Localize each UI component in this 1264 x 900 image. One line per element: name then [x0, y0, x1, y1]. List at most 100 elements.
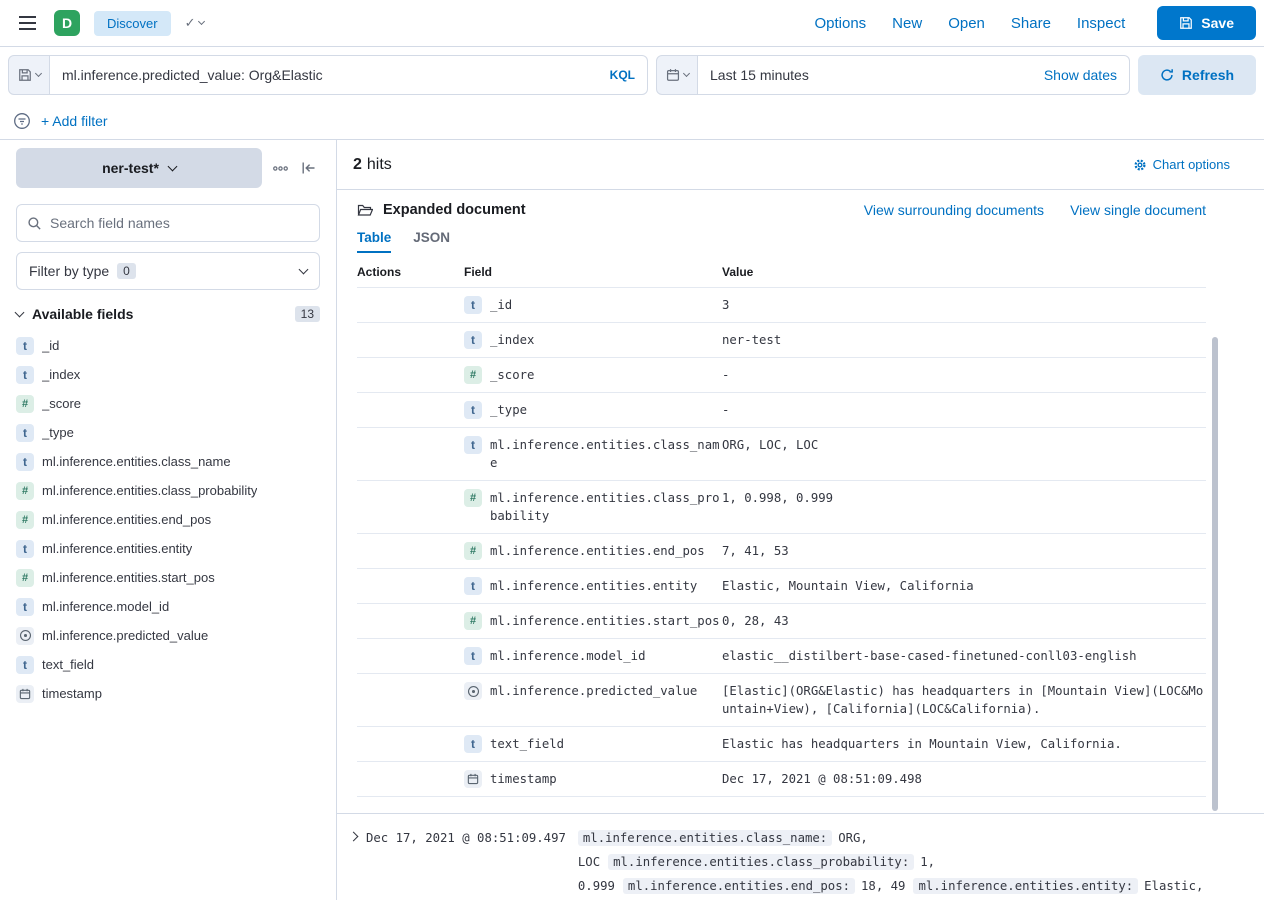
field-name: ml.inference.entities.class_name: [42, 454, 231, 469]
hits-label: hits: [367, 156, 392, 174]
field-search: [16, 204, 320, 242]
fields-sidebar: ner-test* Filter by type 0: [0, 140, 336, 900]
field-name: text_field: [42, 657, 94, 672]
doc-table-row: tml.inference.entities.class_nameORG, LO…: [357, 428, 1206, 481]
field-item[interactable]: #ml.inference.entities.end_pos: [16, 505, 320, 534]
date-picker-menu-button[interactable]: [656, 55, 698, 95]
row-field-value: Elastic has headquarters in Mountain Vie…: [722, 735, 1206, 753]
add-filter-link[interactable]: + Add filter: [41, 113, 108, 129]
field-name: _index: [42, 367, 80, 382]
row-actions-cell: [357, 639, 464, 674]
row-actions-cell: [357, 428, 464, 481]
row-actions-cell: [357, 323, 464, 358]
document-viewer: Expanded document View surrounding docum…: [337, 190, 1264, 814]
field-item[interactable]: t_id: [16, 331, 320, 360]
show-dates-link[interactable]: Show dates: [1044, 67, 1117, 83]
doc-table-row: t_type-: [357, 393, 1206, 428]
string-field-icon: t: [16, 540, 34, 558]
query-input[interactable]: [62, 67, 600, 83]
row-field-name: ml.inference.entities.class_probability: [490, 489, 722, 525]
summary-field-name: ml.inference.entities.class_probability:: [608, 854, 914, 870]
header-nav-link[interactable]: New: [892, 15, 922, 32]
filter-by-type-dropdown[interactable]: Filter by type 0: [16, 252, 320, 290]
collapse-sidebar-button[interactable]: [298, 157, 320, 179]
field-item[interactable]: tml.inference.model_id: [16, 592, 320, 621]
field-item[interactable]: tml.inference.entities.class_name: [16, 447, 320, 476]
field-item[interactable]: ml.inference.predicted_value: [16, 621, 320, 650]
field-item[interactable]: #ml.inference.entities.class_probability: [16, 476, 320, 505]
saved-query-menu-button[interactable]: [8, 55, 50, 95]
chevron-down-icon: [34, 70, 41, 77]
index-pattern-selector[interactable]: ner-test*: [16, 148, 262, 188]
header-nav-link[interactable]: Share: [1011, 15, 1051, 32]
expand-document-icon[interactable]: [349, 832, 359, 842]
row-actions-cell: [357, 358, 464, 393]
space-avatar[interactable]: D: [54, 10, 80, 36]
chevron-down-icon: [299, 265, 309, 275]
time-range-value[interactable]: Last 15 minutes: [710, 67, 809, 83]
refresh-icon: [1160, 68, 1174, 82]
field-name: ml.inference.entities.start_pos: [42, 570, 215, 585]
type-filter-count-badge: 0: [117, 263, 136, 279]
breadcrumb-discover[interactable]: Discover: [94, 11, 171, 36]
header-nav-link[interactable]: Open: [948, 15, 985, 32]
tab-table[interactable]: Table: [357, 230, 391, 253]
summary-field-name: ml.inference.entities.entity:: [913, 878, 1138, 894]
field-item[interactable]: t_type: [16, 418, 320, 447]
field-item[interactable]: #ml.inference.entities.start_pos: [16, 563, 320, 592]
number-field-icon: #: [16, 395, 34, 413]
row-field-name: _index: [490, 331, 534, 349]
saved-state-indicator[interactable]: ✓: [185, 15, 205, 31]
field-item[interactable]: timestamp: [16, 679, 320, 708]
save-button[interactable]: Save: [1157, 6, 1256, 40]
chart-options-button[interactable]: Chart options: [1133, 157, 1230, 172]
row-field-value: ner-test: [722, 331, 1206, 349]
field-item[interactable]: tml.inference.entities.entity: [16, 534, 320, 563]
string-field-icon: t: [16, 366, 34, 384]
row-field-value: [Elastic](ORG&Elastic) has headquarters …: [722, 682, 1206, 718]
field-name: ml.inference.entities.class_probability: [42, 483, 257, 498]
collapse-left-icon: [301, 160, 317, 176]
chevron-down-icon: [682, 70, 689, 77]
field-search-input[interactable]: [50, 215, 309, 231]
document-summary: ml.inference.entities.class_name:ORG, LO…: [578, 826, 1210, 900]
check-icon: ✓: [185, 15, 196, 31]
field-item[interactable]: #_score: [16, 389, 320, 418]
hits-count: 2: [353, 156, 362, 174]
calendar-icon: [666, 68, 680, 82]
menu-button[interactable]: [14, 10, 40, 36]
tab-json[interactable]: JSON: [413, 230, 450, 253]
field-item[interactable]: ttext_field: [16, 650, 320, 679]
available-fields-header[interactable]: Available fields 13: [16, 306, 320, 322]
doc-table-row: tml.inference.model_idelastic__distilber…: [357, 639, 1206, 674]
row-field-value: 0, 28, 43: [722, 612, 1206, 630]
filter-bar: + Add filter: [0, 103, 1264, 139]
field-item[interactable]: t _index: [16, 360, 320, 389]
header-nav-link[interactable]: Options: [814, 15, 866, 32]
folder-open-icon: [357, 202, 373, 218]
field-name: _id: [42, 338, 59, 353]
refresh-button[interactable]: Refresh: [1138, 55, 1256, 95]
query-language-button[interactable]: KQL: [610, 68, 635, 82]
filter-menu-icon[interactable]: [13, 112, 31, 130]
chevron-down-icon: [167, 162, 177, 172]
search-icon: [27, 216, 42, 231]
row-field-value: -: [722, 401, 1206, 419]
discover-content: ner-test* Filter by type 0: [0, 139, 1264, 900]
view-single-document-link[interactable]: View single document: [1070, 202, 1206, 218]
row-field-name: ml.inference.entities.class_name: [490, 436, 722, 472]
summary-field-name: ml.inference.entities.class_name:: [578, 830, 832, 846]
vertical-scrollbar[interactable]: [1212, 337, 1218, 811]
summary-field-name: ml.inference.entities.end_pos:: [623, 878, 855, 894]
header-nav-link[interactable]: Inspect: [1077, 15, 1125, 32]
row-actions-cell: [357, 288, 464, 323]
document-row[interactable]: Dec 17, 2021 @ 08:51:09.497 ml.inference…: [337, 814, 1264, 900]
number-field-icon: #: [464, 489, 482, 507]
row-field-value: Elastic, Mountain View, California: [722, 577, 1206, 595]
view-surrounding-documents-link[interactable]: View surrounding documents: [864, 202, 1044, 218]
row-field-value: elastic__distilbert-base-cased-finetuned…: [722, 647, 1206, 665]
number-field-icon: #: [464, 542, 482, 560]
sidebar-options-button[interactable]: [269, 157, 291, 179]
string-field-icon: t: [464, 296, 482, 314]
doc-table-row: tml.inference.entities.entityElastic, Mo…: [357, 569, 1206, 604]
